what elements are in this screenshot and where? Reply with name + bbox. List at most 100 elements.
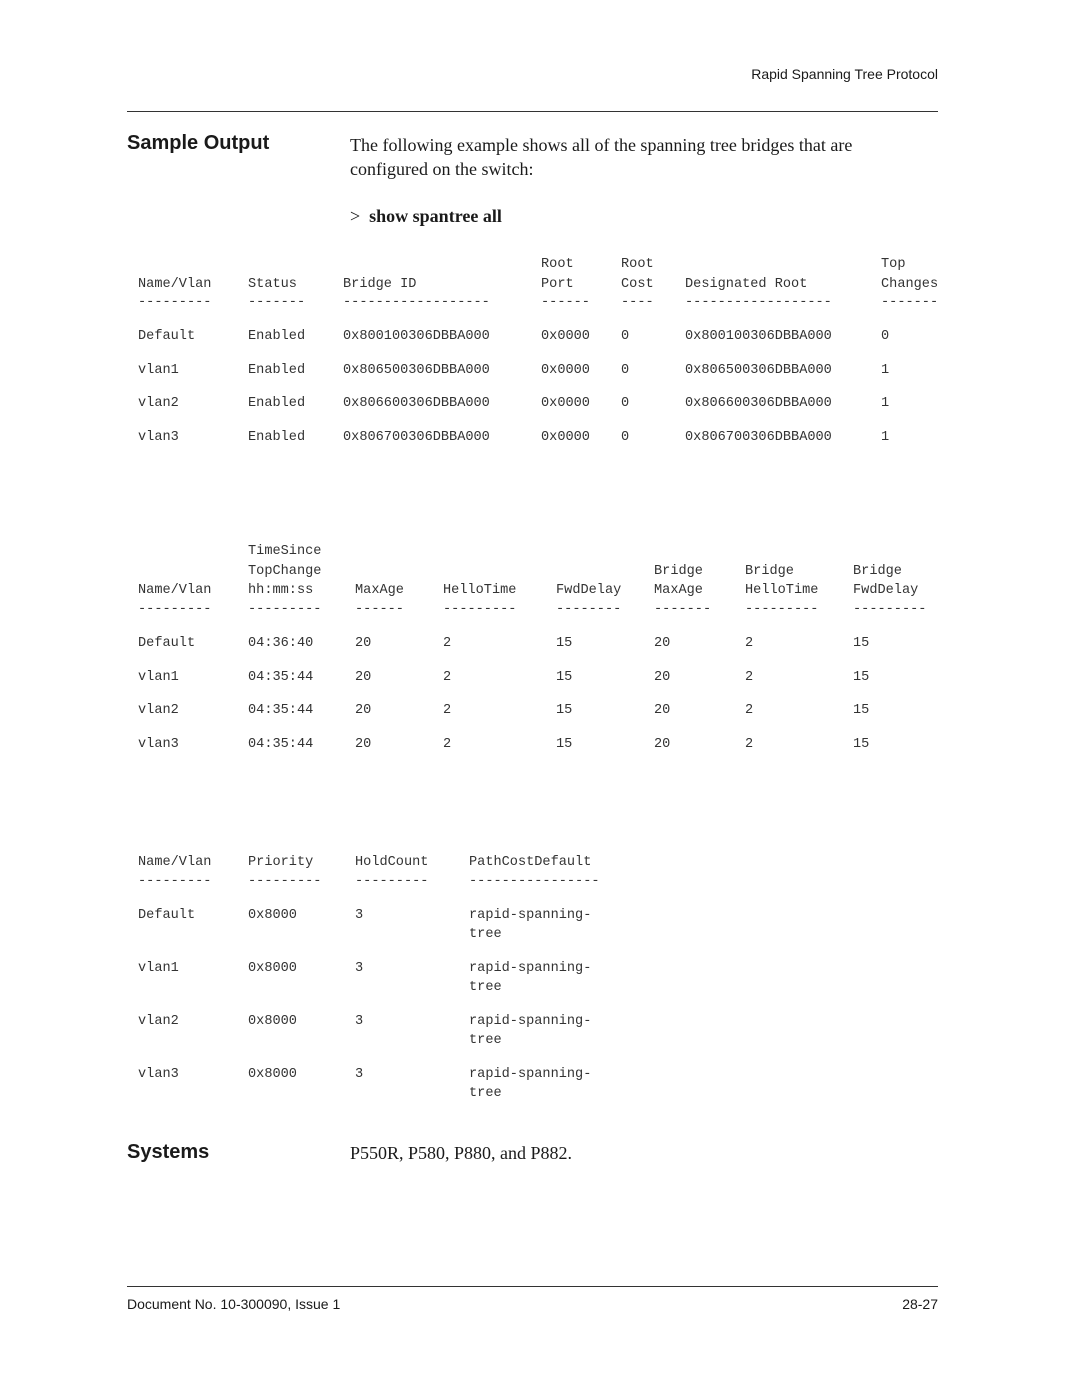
table-cell: 20 bbox=[654, 703, 671, 718]
column-underline: ------ bbox=[541, 295, 590, 310]
footer-rule bbox=[127, 1286, 938, 1287]
table-cell: vlan3 bbox=[138, 1067, 179, 1082]
column-header: hh:mm:ss bbox=[248, 583, 314, 598]
table-cell: 0x8000 bbox=[248, 1067, 297, 1082]
column-underline: --------- bbox=[443, 601, 517, 617]
column-header: FwdDelay bbox=[853, 583, 919, 598]
table-cell: 0x0000 bbox=[541, 329, 590, 344]
column-underline: ------- bbox=[881, 295, 939, 310]
column-header: Bridge ID bbox=[343, 276, 417, 292]
column-header: Root bbox=[621, 257, 654, 272]
table-cell: 0x806500306DBBA000 bbox=[685, 362, 832, 378]
table-cell: 2 bbox=[745, 736, 754, 752]
table-cell: 0 bbox=[621, 429, 630, 445]
section-heading-sample-output: Sample Output bbox=[127, 132, 270, 154]
table-cell: 3 bbox=[355, 908, 364, 923]
table-cell: Enabled bbox=[248, 362, 306, 378]
column-header: Top bbox=[881, 257, 906, 272]
table-cell: Enabled bbox=[248, 329, 306, 344]
column-underline: --------- bbox=[138, 873, 212, 889]
table-cell: 20 bbox=[654, 636, 671, 651]
command-text: show spantree all bbox=[369, 206, 502, 226]
column-underline: --------- bbox=[355, 873, 429, 889]
table-cell: rapid-spanning- tree bbox=[469, 908, 592, 942]
column-header: MaxAge bbox=[355, 583, 404, 598]
table-cell: 04:35:44 bbox=[248, 669, 314, 685]
column-header: Bridge bbox=[853, 563, 902, 579]
command-line: > show spantree all bbox=[350, 206, 502, 227]
column-underline: --------- bbox=[138, 601, 212, 617]
table-cell: Enabled bbox=[248, 396, 306, 411]
column-header: Name/Vlan bbox=[138, 855, 212, 870]
column-header: Name/Vlan bbox=[138, 276, 212, 292]
column-header: Port bbox=[541, 276, 574, 292]
table-cell: 20 bbox=[355, 669, 372, 685]
table-cell: 2 bbox=[443, 669, 452, 685]
table-cell: 20 bbox=[654, 736, 671, 752]
column-underline: --------- bbox=[853, 601, 927, 617]
table-cell: rapid-spanning- tree bbox=[469, 1014, 592, 1048]
table-cell: 2 bbox=[745, 669, 754, 685]
table-cell: 2 bbox=[443, 636, 452, 651]
table-cell: rapid-spanning- tree bbox=[469, 961, 592, 995]
table-cell: 0x8000 bbox=[248, 908, 297, 923]
table-cell: vlan3 bbox=[138, 736, 179, 752]
command-prompt: > bbox=[350, 206, 361, 226]
table-cell: 20 bbox=[355, 636, 372, 651]
column-underline: --------- bbox=[745, 601, 819, 617]
table-cell: 2 bbox=[745, 636, 754, 651]
table-cell: Default bbox=[138, 636, 196, 651]
table-cell: 04:36:40 bbox=[248, 636, 314, 651]
table-cell: vlan1 bbox=[138, 961, 179, 976]
table-cell: 15 bbox=[556, 636, 573, 651]
footer-page-number: 28-27 bbox=[902, 1296, 938, 1312]
column-header: Status bbox=[248, 276, 297, 292]
column-header: TopChange bbox=[248, 563, 322, 579]
column-header: Bridge bbox=[745, 563, 794, 579]
column-underline: ------ bbox=[355, 601, 404, 617]
column-header: Changes bbox=[881, 276, 939, 292]
table-cell: vlan3 bbox=[138, 429, 179, 445]
column-header: HelloTime bbox=[745, 583, 819, 598]
table-cell: 1 bbox=[881, 362, 890, 378]
sample-output-description: The following example shows all of the s… bbox=[350, 135, 853, 179]
table-cell: 15 bbox=[556, 703, 573, 718]
table-cell: 04:35:44 bbox=[248, 703, 314, 718]
systems-text: P550R, P580, P880, and P882. bbox=[350, 1143, 573, 1163]
table-cell: 0x806700306DBBA000 bbox=[343, 429, 490, 445]
table-cell: rapid-spanning- tree bbox=[469, 1067, 592, 1101]
table-cell: vlan1 bbox=[138, 669, 179, 685]
table-cell: 0x0000 bbox=[541, 362, 590, 378]
table-cell: 20 bbox=[355, 703, 372, 718]
table-cell: Default bbox=[138, 908, 196, 923]
footer-document-number: Document No. 10-300090, Issue 1 bbox=[127, 1296, 341, 1312]
table-cell: Default bbox=[138, 329, 196, 344]
table-cell: vlan2 bbox=[138, 1014, 179, 1029]
column-underline: ------------------ bbox=[685, 295, 832, 310]
table-cell: 1 bbox=[881, 429, 890, 445]
column-underline: ---- bbox=[621, 295, 654, 310]
column-underline: -------- bbox=[556, 601, 622, 617]
section-heading-systems: Systems bbox=[127, 1141, 210, 1163]
table-cell: vlan2 bbox=[138, 703, 179, 718]
table-cell: 0x0000 bbox=[541, 429, 590, 445]
table-cell: 0x806700306DBBA000 bbox=[685, 429, 832, 445]
table-cell: 20 bbox=[654, 669, 671, 685]
table-cell: Enabled bbox=[248, 429, 306, 445]
table-cell: 0x8000 bbox=[248, 1014, 297, 1029]
table-cell: 0x800100306DBBA000 bbox=[343, 329, 490, 344]
table-cell: 3 bbox=[355, 961, 364, 976]
table-cell: 3 bbox=[355, 1067, 364, 1082]
table-cell: 15 bbox=[853, 703, 870, 718]
table-cell: 0 bbox=[621, 329, 630, 344]
column-header: PathCostDefault bbox=[469, 855, 592, 870]
table-cell: 15 bbox=[853, 669, 870, 685]
table-cell: 0x806500306DBBA000 bbox=[343, 362, 490, 378]
table-cell: 15 bbox=[556, 669, 573, 685]
table-cell: vlan1 bbox=[138, 362, 179, 378]
column-header: Bridge bbox=[654, 563, 703, 579]
table-cell: 2 bbox=[443, 736, 452, 752]
table-cell: 04:35:44 bbox=[248, 736, 314, 752]
column-underline: --------- bbox=[138, 295, 212, 310]
table-cell: 2 bbox=[745, 703, 754, 718]
